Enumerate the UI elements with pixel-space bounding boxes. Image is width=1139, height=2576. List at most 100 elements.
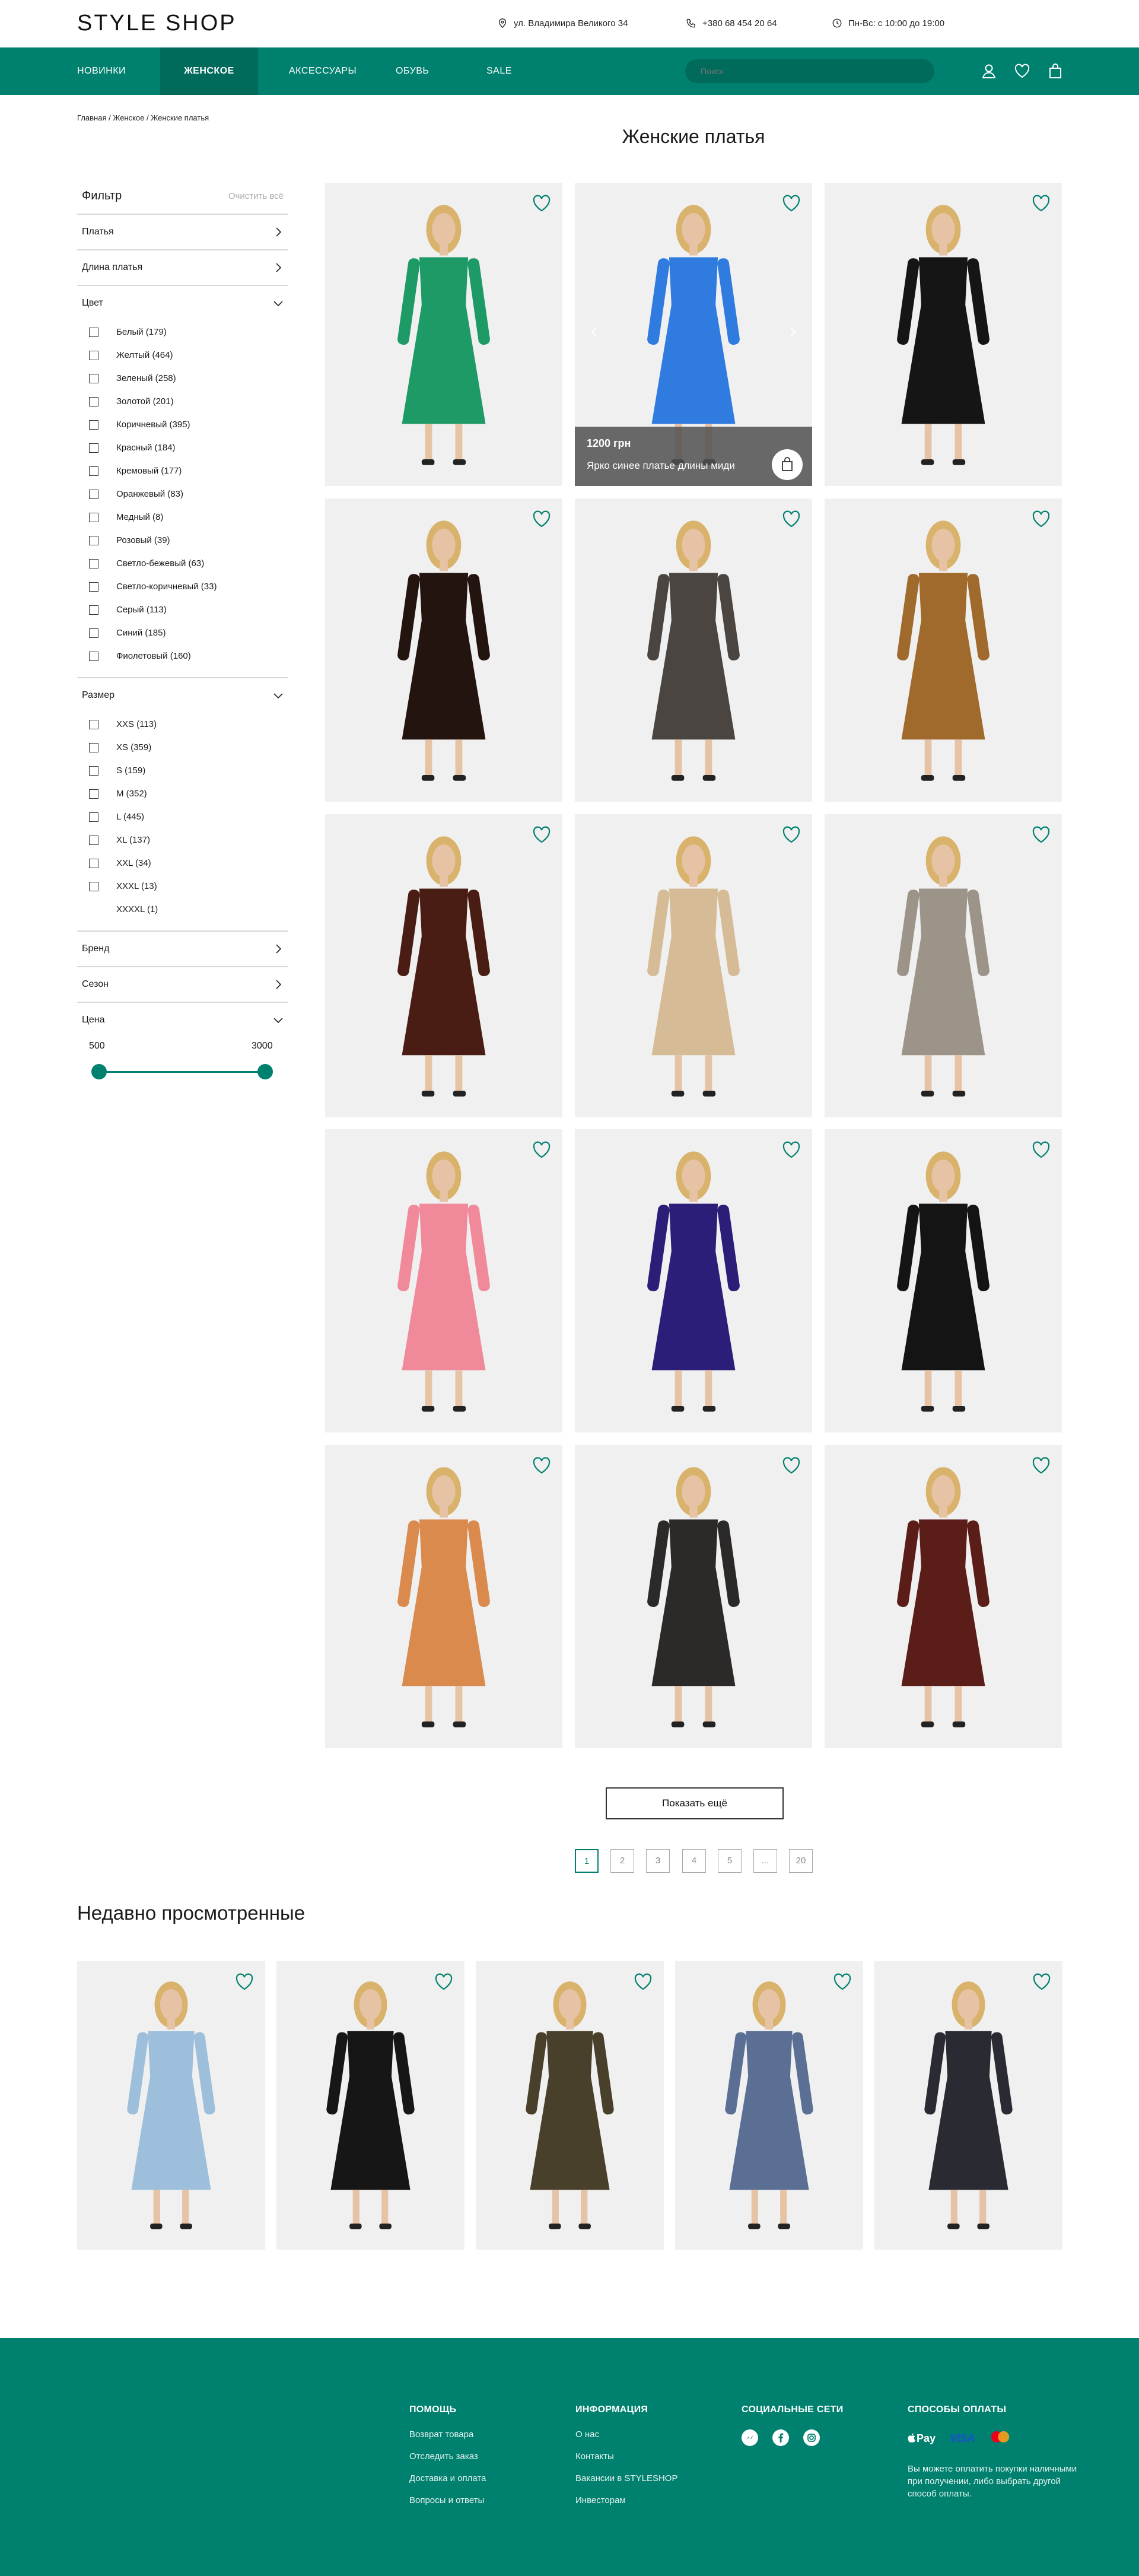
product-image[interactable] (276, 1966, 464, 2250)
product-card[interactable] (575, 814, 812, 1117)
size-option[interactable]: S (159) (77, 759, 288, 782)
prev-image-arrow-icon[interactable] (587, 324, 602, 339)
product-image[interactable] (874, 1966, 1062, 2250)
footer-link[interactable]: Контакты (575, 2451, 677, 2461)
size-option[interactable]: XXS (113) (77, 713, 288, 736)
favorite-heart-icon[interactable] (780, 1139, 803, 1161)
product-image[interactable] (825, 504, 1062, 802)
price-min-handle[interactable] (91, 1064, 107, 1079)
checkbox[interactable] (89, 512, 98, 522)
product-card[interactable] (825, 1129, 1062, 1432)
favorite-heart-icon[interactable] (780, 824, 803, 846)
favorite-heart-icon[interactable] (432, 1971, 455, 1993)
color-option[interactable]: Розовый (39) (77, 529, 288, 552)
favorite-heart-icon[interactable] (1030, 192, 1052, 215)
size-option[interactable]: XL (137) (77, 828, 288, 852)
product-image[interactable] (575, 1135, 812, 1432)
nav-item-new[interactable]: НОВИНКИ (77, 47, 126, 95)
color-option[interactable]: Светло-коричневый (33) (77, 575, 288, 598)
color-option[interactable]: Красный (184) (77, 436, 288, 459)
checkbox[interactable] (89, 651, 98, 661)
product-card[interactable] (825, 183, 1062, 486)
checkbox[interactable] (89, 789, 98, 799)
product-image[interactable] (825, 820, 1062, 1117)
product-card[interactable] (825, 498, 1062, 802)
page-button[interactable]: 4 (682, 1849, 706, 1873)
filter-section-header[interactable]: Сезон (77, 967, 288, 1002)
user-icon[interactable] (980, 62, 998, 80)
checkbox[interactable] (89, 443, 98, 453)
favorite-heart-icon[interactable] (530, 1454, 553, 1477)
wishlist-heart-icon[interactable] (1013, 62, 1031, 80)
checkbox[interactable] (89, 858, 98, 868)
product-card[interactable] (825, 814, 1062, 1117)
product-image[interactable] (575, 1451, 812, 1748)
checkbox[interactable] (89, 812, 98, 822)
checkbox[interactable] (89, 719, 98, 729)
search-input[interactable] (685, 59, 934, 83)
add-to-cart-button[interactable] (772, 449, 803, 480)
breadcrumb-women[interactable]: Женское (113, 113, 144, 122)
color-option[interactable]: Серый (113) (77, 598, 288, 621)
footer-link[interactable]: Возврат товара (409, 2429, 486, 2440)
color-option[interactable]: Синий (185) (77, 621, 288, 644)
product-image[interactable] (325, 1135, 562, 1432)
cart-bag-icon[interactable] (1046, 62, 1064, 80)
product-image[interactable] (476, 1966, 664, 2250)
filter-section-header[interactable]: Бренд (77, 932, 288, 966)
nav-item-accessories[interactable]: АКСЕССУАРЫ (289, 47, 357, 95)
breadcrumb-home[interactable]: Главная (77, 113, 106, 122)
filter-section-header[interactable]: Платья (77, 215, 288, 249)
checkbox[interactable] (89, 742, 98, 752)
favorite-heart-icon[interactable] (780, 1454, 803, 1477)
size-option[interactable]: XXXL (13) (77, 875, 288, 898)
nav-item-shoes[interactable]: ОБУВЬ (396, 47, 429, 95)
filter-section-header[interactable]: Цвет (77, 286, 288, 320)
product-image[interactable] (77, 1966, 265, 2250)
favorite-heart-icon[interactable] (530, 824, 553, 846)
color-option[interactable]: Кремовый (177) (77, 459, 288, 482)
facebook-icon[interactable] (772, 2429, 789, 2446)
checkbox[interactable] (89, 881, 98, 891)
product-card[interactable] (325, 814, 562, 1117)
favorite-heart-icon[interactable] (780, 508, 803, 531)
color-option[interactable]: Коричневый (395) (77, 413, 288, 436)
favorite-heart-icon[interactable] (780, 192, 803, 215)
checkbox[interactable] (89, 489, 98, 499)
nav-item-sale[interactable]: SALE (486, 47, 512, 95)
phone-info[interactable]: +380 68 454 20 64 (686, 18, 777, 28)
recent-product-card[interactable] (276, 1961, 464, 2250)
product-card[interactable] (325, 498, 562, 802)
color-option[interactable]: Медный (8) (77, 506, 288, 529)
footer-link[interactable]: О нас (575, 2429, 677, 2440)
filter-section-header[interactable]: Размер (77, 678, 288, 713)
product-image[interactable] (325, 1451, 562, 1748)
favorite-heart-icon[interactable] (530, 1139, 553, 1161)
checkbox[interactable] (89, 396, 98, 406)
logo[interactable]: STYLE SHOP (77, 11, 237, 36)
recent-product-card[interactable] (476, 1961, 664, 2250)
checkbox[interactable] (89, 558, 98, 568)
product-card[interactable] (325, 183, 562, 486)
footer-link[interactable]: Доставка и оплата (409, 2473, 486, 2483)
footer-link[interactable]: Вопросы и ответы (409, 2495, 486, 2505)
checkbox[interactable] (89, 327, 98, 337)
color-option[interactable]: Желтый (464) (77, 344, 288, 367)
product-image[interactable] (825, 1135, 1062, 1432)
footer-link[interactable]: Отследить заказ (409, 2451, 486, 2461)
color-option[interactable]: Светло-бежевый (63) (77, 552, 288, 575)
color-option[interactable]: Зеленый (258) (77, 367, 288, 390)
recent-product-card[interactable] (874, 1961, 1062, 2250)
color-option[interactable]: Белый (179) (77, 320, 288, 344)
nav-item-women[interactable]: ЖЕНСКОЕ (160, 47, 258, 95)
favorite-heart-icon[interactable] (1030, 1139, 1052, 1161)
color-option[interactable]: Фиолетовый (160) (77, 644, 288, 668)
size-option[interactable]: M (352) (77, 782, 288, 805)
footer-link[interactable]: Вакансии в STYLESHOP (575, 2473, 677, 2483)
favorite-heart-icon[interactable] (831, 1971, 854, 1993)
product-card[interactable] (575, 498, 812, 802)
messenger-icon[interactable] (742, 2429, 758, 2446)
product-image[interactable] (825, 189, 1062, 486)
clear-all-button[interactable]: Очистить всё (228, 191, 284, 201)
product-image[interactable] (825, 1451, 1062, 1748)
